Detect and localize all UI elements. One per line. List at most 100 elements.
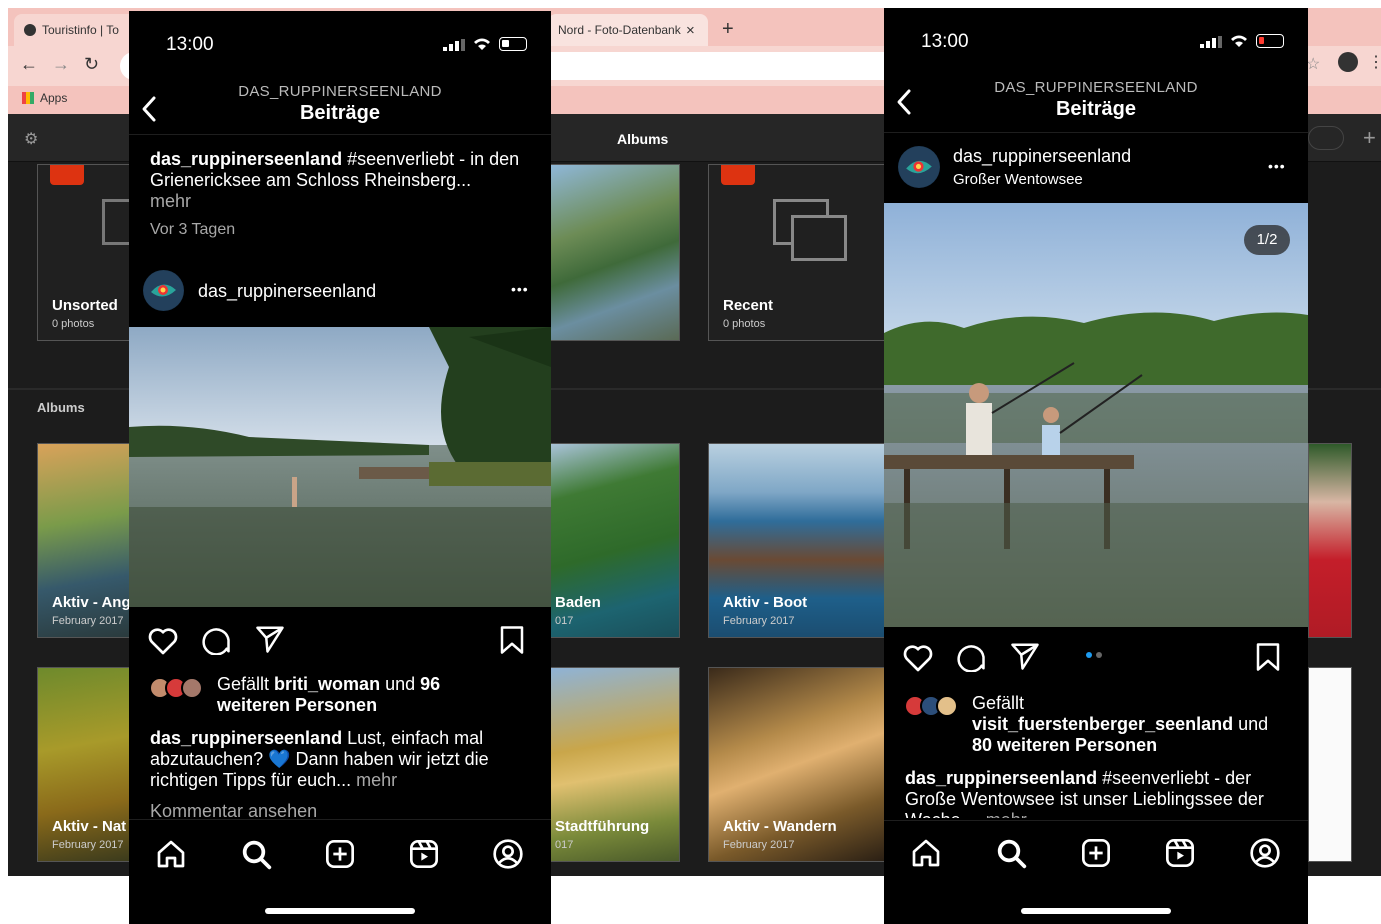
star-icon[interactable]: ☆ (1306, 54, 1320, 74)
album-count: 0 photos (723, 318, 766, 330)
status-time: 13:00 (921, 31, 969, 52)
bottom-nav (884, 820, 1308, 924)
album-aerial-town[interactable] (550, 164, 680, 341)
profile-icon[interactable] (492, 838, 524, 870)
album-unsorted[interactable]: Unsorted 0 photos (37, 164, 137, 341)
post-caption: das_ruppinerseenland Lust, einfach mal a… (150, 728, 538, 791)
forward-icon[interactable]: → (52, 54, 70, 75)
avatar[interactable] (143, 270, 184, 311)
profile-icon[interactable] (1249, 837, 1281, 869)
search-icon[interactable] (240, 838, 272, 870)
header-label: Beiträge (1055, 98, 1137, 120)
search-input[interactable] (1308, 126, 1344, 150)
album-date: February 2017 (52, 839, 124, 851)
back-icon[interactable]: ← (20, 54, 38, 75)
post-location[interactable]: Großer Wentowsee (953, 171, 1083, 188)
album-count: 0 photos (52, 318, 95, 330)
list-icon (50, 165, 84, 185)
comment-icon[interactable] (201, 625, 231, 655)
share-send-icon[interactable] (1010, 642, 1040, 670)
tab-foto-datenbank[interactable]: Nord - Foto-Datenbank (548, 14, 708, 46)
post-timestamp: Vor 3 Tagen (150, 221, 236, 238)
carousel-dot (1096, 652, 1102, 658)
album-partial-person[interactable] (1308, 443, 1352, 638)
album-name: Aktiv - Nat (52, 818, 127, 835)
likes-summary[interactable]: Gefällt briti_woman und 96 weiteren Pers… (217, 674, 517, 716)
caption-more-link[interactable]: mehr (356, 770, 397, 790)
menu-kebab-icon[interactable]: ⋮ (1368, 52, 1381, 72)
phone-right-screen: 13:00 DAS_RUPPINERSEENLAND Beiträge das_… (884, 8, 1308, 924)
caption-username[interactable]: das_ruppinerseenland (150, 728, 342, 748)
album-baden[interactable]: Baden 017 (550, 443, 680, 638)
header-label: Beiträge (299, 102, 381, 124)
home-icon[interactable] (155, 838, 187, 870)
home-indicator (1021, 908, 1171, 914)
new-post-icon[interactable] (1080, 837, 1112, 869)
tab-title: Nord - Foto-Datenbank (558, 23, 681, 37)
comment-icon[interactable] (956, 642, 986, 672)
settings-gear-icon[interactable]: ⚙ (24, 129, 38, 149)
likes-summary[interactable]: Gefällt visit_fuerstenberger_seenland un… (972, 693, 1292, 756)
prev-post-caption: das_ruppinerseenland #seenverliebt - in … (150, 149, 535, 212)
likes-user[interactable]: briti_woman (274, 674, 380, 694)
like-heart-icon[interactable] (902, 643, 934, 673)
album-aktiv-natur[interactable]: Aktiv - Nat February 2017 (37, 667, 137, 862)
tab-close-icon[interactable]: × (686, 22, 695, 39)
search-icon[interactable] (995, 837, 1027, 869)
album-aktiv-boot[interactable]: Aktiv - Boot February 2017 (708, 443, 886, 638)
bookmark-icon[interactable] (499, 625, 525, 655)
divider (884, 132, 1308, 133)
album-aktiv-wandern[interactable]: Aktiv - Wandern February 2017 (708, 667, 886, 862)
album-recent[interactable]: Recent 0 photos (708, 164, 886, 341)
bookmark-apps[interactable]: Apps (22, 91, 67, 105)
battery-low-icon (1256, 34, 1284, 48)
like-heart-icon[interactable] (147, 626, 179, 656)
caption-username[interactable]: das_ruppinerseenland (150, 149, 342, 169)
album-stadtfuehrung[interactable]: Stadtführung 017 (550, 667, 680, 862)
likes-user[interactable]: visit_fuerstenberger_seenland (972, 714, 1233, 734)
tab-touristinfo[interactable]: Touristinfo | To (14, 14, 144, 46)
status-time: 13:00 (166, 34, 214, 55)
album-date: February 2017 (723, 839, 795, 851)
new-post-icon[interactable] (324, 838, 356, 870)
album-date: 017 (555, 839, 574, 851)
header-account: DAS_RUPPINERSEENLAND (238, 83, 442, 100)
home-icon[interactable] (910, 837, 942, 869)
post-image-fishing[interactable]: 1/2 (884, 203, 1308, 627)
profile-icon[interactable] (1338, 52, 1358, 72)
tab-title: Touristinfo | To (42, 23, 119, 37)
caption-username[interactable]: das_ruppinerseenland (905, 768, 1097, 788)
reload-icon[interactable]: ↻ (84, 54, 99, 75)
post-image-lake[interactable] (129, 327, 551, 607)
divider (129, 134, 551, 135)
bookmark-icon[interactable] (1255, 642, 1281, 672)
more-options-icon[interactable]: ••• (511, 281, 529, 297)
post-username[interactable]: das_ruppinerseenland (198, 281, 376, 302)
album-name: Recent (723, 297, 774, 314)
share-send-icon[interactable] (255, 625, 285, 653)
battery-icon (499, 37, 527, 51)
album-partial-white[interactable] (1308, 667, 1352, 862)
caption-more-link[interactable]: mehr (986, 810, 1027, 818)
carousel-dot-active (1086, 652, 1092, 658)
add-icon[interactable]: + (1363, 125, 1376, 151)
new-tab-button[interactable]: + (722, 18, 734, 41)
image-counter: 1/2 (1244, 225, 1290, 255)
page-title: Albums (617, 131, 669, 147)
avatar[interactable] (898, 146, 940, 188)
reels-icon[interactable] (408, 838, 440, 870)
album-name: Baden (555, 594, 601, 611)
likes-rest[interactable]: 80 weiteren Personen (972, 735, 1157, 755)
signal-icon (443, 38, 465, 51)
reels-icon[interactable] (1164, 837, 1196, 869)
globe-icon (24, 24, 36, 36)
signal-icon (1200, 35, 1222, 53)
more-options-icon[interactable]: ••• (1268, 158, 1286, 174)
bottom-nav (129, 819, 551, 924)
caption-more-link[interactable]: mehr (150, 191, 191, 211)
likes-and: und (1238, 714, 1269, 734)
avatar (181, 677, 203, 699)
album-aktiv-angeln[interactable]: Aktiv - Ang February 2017 (37, 443, 137, 638)
post-username[interactable]: das_ruppinerseenland (953, 146, 1131, 167)
home-indicator (265, 908, 415, 914)
